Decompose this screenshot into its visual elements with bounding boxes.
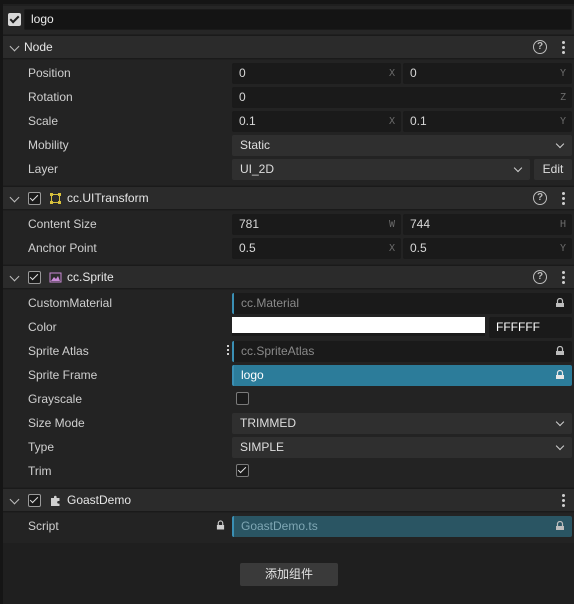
collapse-chevron-icon[interactable] bbox=[9, 271, 20, 282]
help-icon[interactable]: ? bbox=[533, 270, 547, 284]
component-enabled-checkbox[interactable] bbox=[28, 192, 41, 205]
node-section-header[interactable]: Node ? bbox=[3, 35, 574, 59]
script-label: Script bbox=[28, 519, 59, 533]
asset-picker-icon bbox=[556, 346, 564, 355]
collapse-chevron-icon[interactable] bbox=[9, 41, 20, 52]
script-puzzle-icon bbox=[51, 495, 60, 506]
sprite-atlas-field[interactable]: cc.SpriteAtlas bbox=[232, 341, 572, 362]
type-label: Type bbox=[28, 440, 55, 454]
layer-label: Layer bbox=[28, 162, 59, 176]
sprite-section-body: CustomMaterial cc.Material Color FFFFFF … bbox=[3, 290, 574, 487]
goastdemo-section-body: Script GoastDemo.ts bbox=[3, 513, 574, 543]
collapse-chevron-icon[interactable] bbox=[9, 192, 20, 203]
size-mode-label: Size Mode bbox=[28, 416, 85, 430]
content-width-input[interactable]: 781 W bbox=[232, 214, 401, 235]
atlas-menu-icon[interactable] bbox=[227, 345, 230, 358]
chevron-down-icon bbox=[555, 139, 565, 149]
color-hex-input[interactable]: FFFFFF bbox=[489, 317, 572, 338]
node-active-checkbox[interactable] bbox=[8, 13, 21, 26]
grayscale-label: Grayscale bbox=[28, 392, 83, 406]
mobility-label: Mobility bbox=[28, 138, 69, 152]
color-label: Color bbox=[28, 320, 57, 334]
sprite-icon bbox=[49, 272, 62, 283]
grayscale-checkbox[interactable] bbox=[236, 392, 249, 405]
content-height-input[interactable]: 744 H bbox=[403, 214, 572, 235]
section-title: cc.UITransform bbox=[67, 191, 149, 205]
node-name-row: logo bbox=[3, 6, 574, 34]
collapse-chevron-icon[interactable] bbox=[9, 494, 20, 505]
anchor-point-label: Anchor Point bbox=[28, 241, 97, 255]
uitransform-section-header[interactable]: cc.UITransform ? bbox=[3, 186, 574, 210]
script-field[interactable]: GoastDemo.ts bbox=[232, 516, 572, 537]
size-mode-dropdown[interactable]: TRIMMED bbox=[232, 413, 572, 434]
anchor-x-input[interactable]: 0.5 X bbox=[232, 238, 401, 259]
content-size-label: Content Size bbox=[28, 217, 97, 231]
section-title: Node bbox=[24, 40, 53, 54]
more-options-icon[interactable] bbox=[562, 192, 565, 205]
scale-x-input[interactable]: 0.1 X bbox=[232, 111, 401, 132]
rotation-label: Rotation bbox=[28, 90, 73, 104]
chevron-down-icon bbox=[513, 163, 523, 173]
section-title: GoastDemo bbox=[67, 493, 132, 507]
asset-picker-icon bbox=[556, 370, 564, 379]
color-swatch[interactable] bbox=[232, 317, 485, 336]
transform-icon bbox=[50, 193, 61, 204]
trim-checkbox[interactable] bbox=[236, 464, 249, 477]
more-options-icon[interactable] bbox=[562, 271, 565, 284]
top-strip bbox=[0, 0, 574, 4]
trim-label: Trim bbox=[28, 464, 52, 478]
mobility-dropdown[interactable]: Static bbox=[232, 135, 572, 156]
help-icon[interactable]: ? bbox=[533, 191, 547, 205]
position-y-input[interactable]: 0Y bbox=[403, 63, 572, 84]
rotation-z-input[interactable]: 0Z bbox=[232, 87, 572, 108]
custom-material-label: CustomMaterial bbox=[28, 296, 113, 310]
scale-label: Scale bbox=[28, 114, 59, 128]
add-component-button[interactable]: 添加组件 bbox=[240, 563, 338, 586]
more-options-icon[interactable] bbox=[562, 494, 565, 507]
sprite-section-header[interactable]: cc.Sprite ? bbox=[3, 265, 574, 289]
node-section-body: Position 0X 0Y Rotation 0Z Scale 0.1 X 0.… bbox=[3, 60, 574, 185]
node-name-input[interactable]: logo bbox=[24, 9, 572, 30]
component-enabled-checkbox[interactable] bbox=[28, 494, 41, 507]
asset-picker-icon bbox=[556, 521, 564, 530]
component-enabled-checkbox[interactable] bbox=[28, 271, 41, 284]
section-title: cc.Sprite bbox=[67, 270, 114, 284]
scale-y-input[interactable]: 0.1 Y bbox=[403, 111, 572, 132]
sprite-atlas-label: Sprite Atlas bbox=[28, 344, 89, 358]
more-options-icon[interactable] bbox=[562, 41, 565, 54]
goastdemo-section-header[interactable]: GoastDemo bbox=[3, 488, 574, 512]
asset-picker-icon bbox=[556, 298, 564, 307]
position-x-input[interactable]: 0X bbox=[232, 63, 401, 84]
position-label: Position bbox=[28, 66, 71, 80]
sprite-frame-label: Sprite Frame bbox=[28, 368, 98, 382]
uitransform-section-body: Content Size 781 W 744 H Anchor Point 0.5 X… bbox=[3, 211, 574, 264]
help-icon[interactable]: ? bbox=[533, 40, 547, 54]
sprite-frame-field[interactable]: logo bbox=[232, 365, 572, 386]
layer-edit-button[interactable]: Edit bbox=[534, 159, 572, 180]
chevron-down-icon bbox=[555, 417, 565, 427]
lock-icon bbox=[216, 520, 225, 530]
type-dropdown[interactable]: SIMPLE bbox=[232, 437, 572, 458]
anchor-y-input[interactable]: 0.5 Y bbox=[403, 238, 572, 259]
layer-dropdown[interactable]: UI_2D bbox=[232, 159, 530, 180]
custom-material-field[interactable]: cc.Material bbox=[232, 293, 572, 314]
chevron-down-icon bbox=[555, 441, 565, 451]
